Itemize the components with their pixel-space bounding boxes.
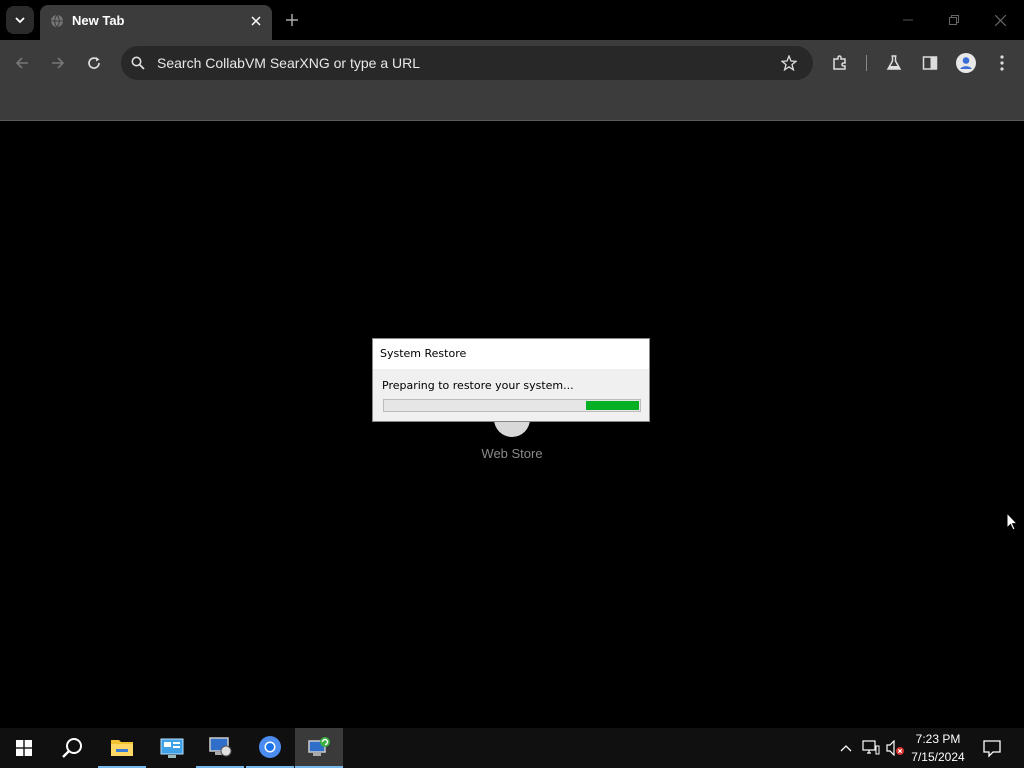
reload-icon [88,57,100,69]
taskbar-chrome[interactable] [246,728,294,768]
progress-bar [383,399,641,412]
control-panel-icon [160,738,184,758]
notification-icon [983,740,1001,758]
minimize-button[interactable] [894,8,922,32]
side-panel-icon [922,56,938,70]
dialog-message: Preparing to restore your system... [382,379,574,392]
arrow-right-icon [52,57,65,69]
menu-button[interactable] [988,49,1016,77]
back-button[interactable] [8,49,36,77]
bookmarks-bar [0,86,1024,121]
chevron-up-icon [840,745,852,752]
system-restore-icon [308,737,330,756]
clock-date[interactable]: 7/15/2024 [906,750,970,764]
dialog-titlebar[interactable]: System Restore [373,339,649,369]
search-icon [62,738,82,758]
volume-button[interactable] [886,739,906,757]
tab-title: New Tab [72,13,125,28]
taskbar-search-button[interactable] [48,728,96,768]
avatar-icon [956,53,976,73]
forward-button[interactable] [44,49,72,77]
close-window-button[interactable] [986,8,1014,32]
tab-search-button[interactable] [6,6,34,34]
more-vertical-icon [1000,55,1004,71]
plus-icon [286,14,298,26]
address-bar-placeholder: Search CollabVM SearXNG or type a URL [157,55,420,71]
minimize-icon [903,19,913,21]
toolbar-divider [866,55,867,71]
system-restore-dialog: System Restore Preparing to restore your… [372,338,650,422]
star-icon[interactable] [781,55,797,71]
restore-button[interactable] [940,8,968,32]
network-button[interactable] [862,740,880,756]
show-hidden-icons-button[interactable] [838,740,854,756]
clock-time[interactable]: 7:23 PM [906,732,970,746]
reload-button[interactable] [80,49,108,77]
tab-strip: New Tab [0,0,1024,40]
close-icon [251,16,261,26]
taskbar-control-panel[interactable] [148,728,196,768]
tab-close-button[interactable] [246,11,266,31]
web-store-shortcut-label[interactable]: Web Store [452,446,572,461]
volume-muted-icon [886,739,904,757]
network-icon [862,740,880,755]
side-panel-button[interactable] [916,49,944,77]
file-explorer-icon [111,740,133,756]
page-content: Web Store [0,121,1024,728]
start-button[interactable] [0,728,48,768]
address-bar[interactable]: Search CollabVM SearXNG or type a URL [121,46,813,80]
windows-logo-icon [16,740,32,756]
system-properties-icon [209,737,232,757]
browser-toolbar: Search CollabVM SearXNG or type a URL [0,40,1024,86]
taskbar-system-properties[interactable] [196,728,244,768]
search-icon [131,56,145,70]
chrome-icon [259,736,281,758]
labs-button[interactable] [880,49,908,77]
action-center-button[interactable] [982,738,1002,758]
extensions-button[interactable] [826,49,854,77]
tab-new-tab[interactable]: New Tab [40,5,272,40]
taskbar-system-restore[interactable] [295,728,343,768]
puzzle-icon [833,55,846,70]
chevron-down-icon [15,17,25,24]
globe-icon [51,14,63,28]
taskbar-file-explorer[interactable] [98,728,146,768]
profile-button[interactable] [952,49,980,77]
restore-icon [949,15,959,25]
arrow-left-icon [15,57,28,69]
dialog-title: System Restore [380,347,467,360]
close-icon [994,14,1006,26]
new-tab-button[interactable] [282,10,302,30]
taskbar: 7:23 PM 7/15/2024 [0,728,1024,768]
mouse-cursor-icon [1006,512,1018,531]
flask-icon [886,55,902,70]
progress-bar-fill [586,401,639,410]
